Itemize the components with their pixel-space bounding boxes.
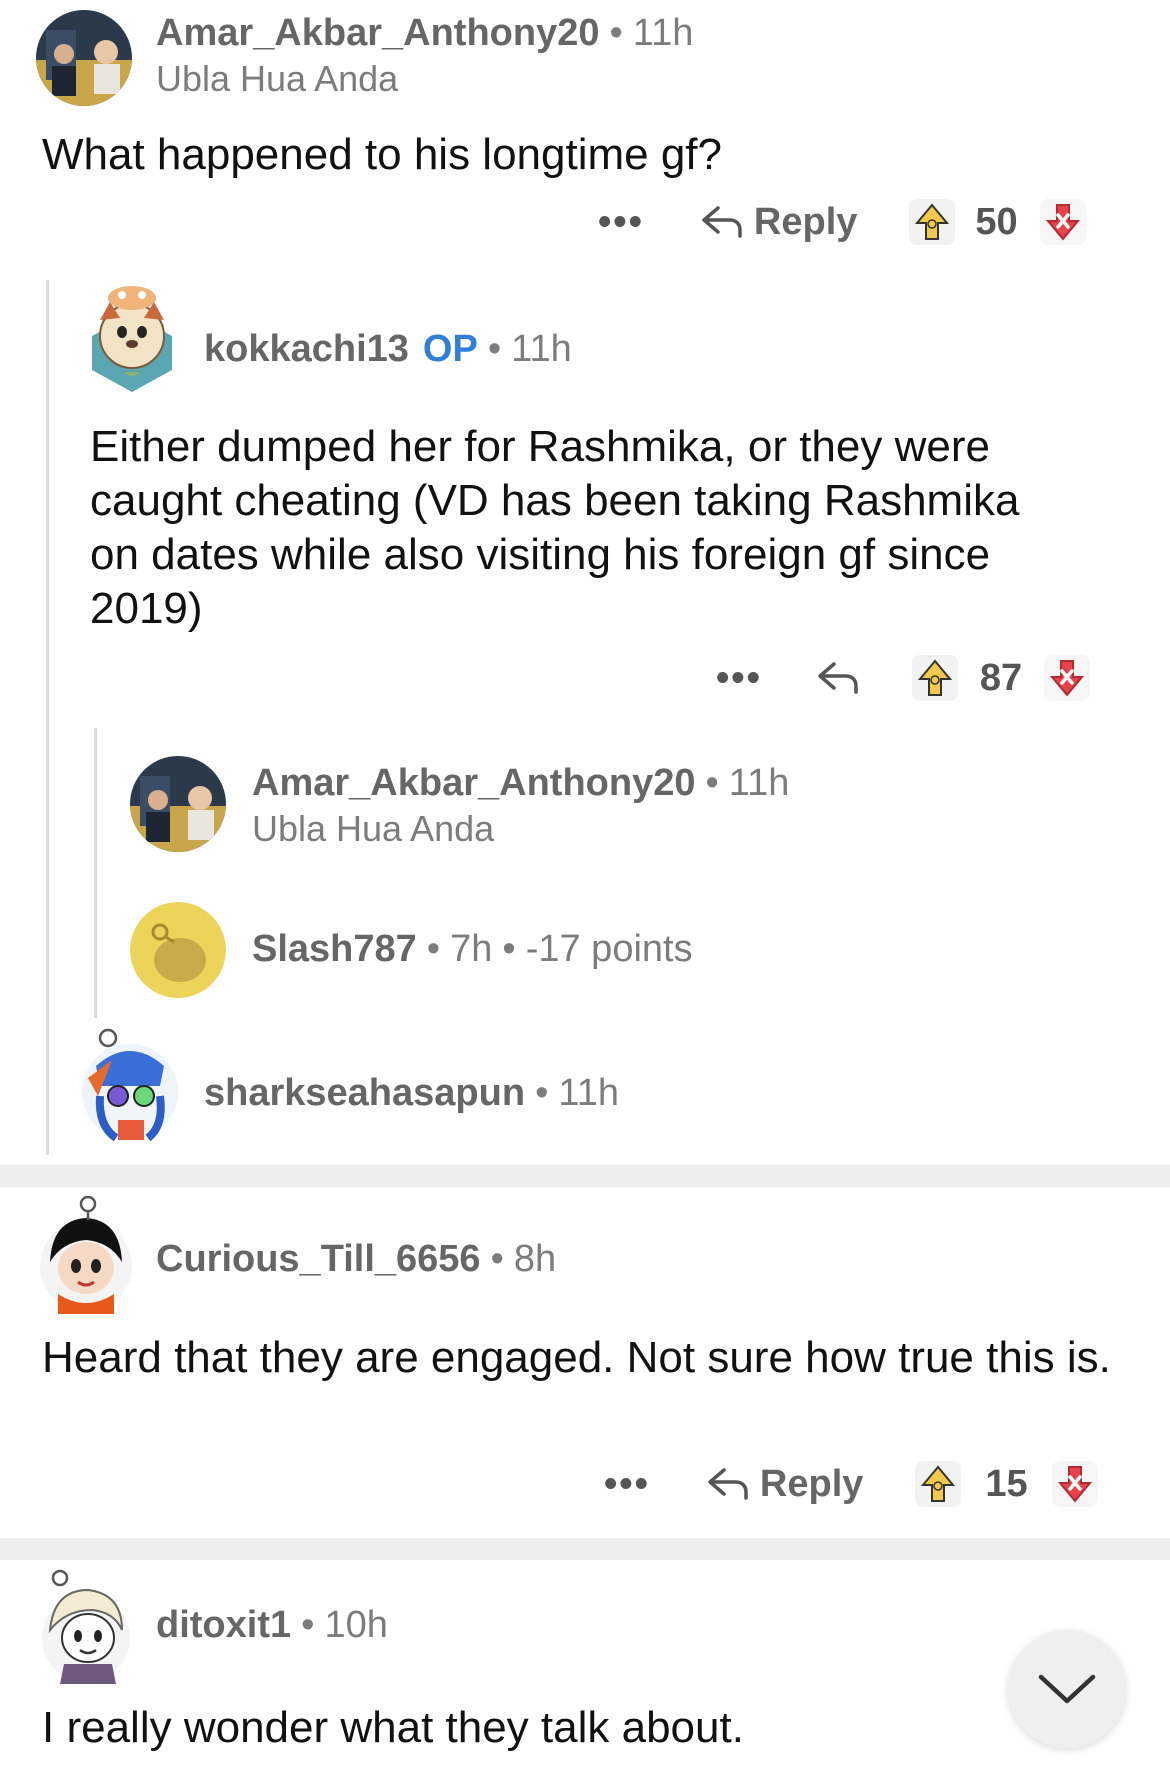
- thread-line[interactable]: [46, 280, 49, 1155]
- upvote-button[interactable]: [911, 655, 958, 701]
- comment-meta: ditoxit1 • 10h: [156, 1604, 388, 1647]
- separator-dot: •: [426, 928, 441, 970]
- avatar[interactable]: [36, 1195, 136, 1314]
- comment-meta: kokkachi13 OP • 11h: [204, 328, 572, 371]
- separator-dot: •: [502, 928, 516, 970]
- username[interactable]: Curious_Till_6656: [156, 1238, 481, 1280]
- reply-arrow-icon: [702, 206, 742, 238]
- username[interactable]: Amar_Akbar_Anthony20: [156, 12, 599, 54]
- reply-arrow-icon: [708, 1468, 748, 1500]
- separator-dot: •: [535, 1072, 549, 1114]
- timestamp: 10h: [324, 1604, 388, 1646]
- reply-arrow-icon: [818, 662, 858, 694]
- upvote-button[interactable]: [915, 1461, 962, 1507]
- upvote-icon: [915, 203, 950, 240]
- timestamp: 11h: [632, 12, 694, 54]
- avatar[interactable]: [130, 756, 226, 852]
- points: -17 points: [525, 928, 693, 970]
- downvote-icon: [1050, 660, 1085, 697]
- avatar[interactable]: [86, 280, 178, 392]
- vote-score: 50: [975, 200, 1018, 243]
- vote-score: 15: [985, 1462, 1028, 1505]
- vote-score: 87: [979, 656, 1023, 699]
- comment-meta: Amar_Akbar_Anthony20 • 11h: [252, 762, 789, 805]
- avatar[interactable]: [130, 902, 226, 998]
- reply-button[interactable]: [816, 658, 860, 698]
- collapse-thread-button[interactable]: [1008, 1630, 1126, 1748]
- section-divider: [0, 1165, 1170, 1187]
- chevron-down-icon: [1038, 1674, 1096, 1704]
- comment-text: Either dumped her for Rashmika, or they …: [90, 422, 1020, 633]
- reply-button[interactable]: Reply: [700, 201, 857, 244]
- upvote-icon: [921, 1465, 956, 1502]
- separator-dot: •: [490, 1238, 504, 1280]
- comment-text: I really wonder what they talk about.: [42, 1703, 744, 1752]
- comment-meta: Amar_Akbar_Anthony20 • 11h: [156, 12, 693, 55]
- more-options-button[interactable]: •••: [604, 1463, 650, 1506]
- comment-text: What happened to his longtime gf?: [42, 130, 723, 179]
- downvote-icon: [1045, 204, 1080, 241]
- username[interactable]: Amar_Akbar_Anthony20: [252, 762, 695, 804]
- comment-text: Heard that they are engaged. Not sure ho…: [42, 1333, 1111, 1382]
- avatar[interactable]: [36, 1568, 136, 1684]
- separator-dot: •: [487, 328, 502, 370]
- comment-actions: ••• Reply 15: [604, 1454, 1098, 1514]
- comment-actions: ••• Reply 50: [598, 192, 1086, 252]
- downvote-button[interactable]: [1039, 199, 1086, 245]
- comment-meta: Curious_Till_6656 • 8h: [156, 1238, 556, 1281]
- avatar[interactable]: [36, 10, 132, 106]
- user-flair: Ubla Hua Anda: [156, 58, 399, 99]
- separator-dot: •: [705, 762, 719, 804]
- downvote-icon: [1057, 1466, 1092, 1503]
- timestamp: 11h: [511, 328, 572, 370]
- username[interactable]: ditoxit1: [156, 1604, 291, 1646]
- username[interactable]: Slash787: [252, 928, 417, 970]
- comment-meta: sharkseahasapun • 11h: [204, 1072, 619, 1115]
- more-options-button[interactable]: •••: [598, 201, 644, 244]
- comment-meta: Slash787 • 7h • -17 points: [252, 928, 693, 971]
- downvote-button[interactable]: [1051, 1461, 1098, 1507]
- section-divider: [0, 1538, 1170, 1560]
- separator-dot: •: [609, 12, 623, 54]
- reply-label: Reply: [759, 1462, 864, 1505]
- timestamp: 7h: [450, 928, 493, 970]
- user-flair: Ubla Hua Anda: [252, 808, 495, 849]
- downvote-button[interactable]: [1044, 655, 1091, 701]
- timestamp: 11h: [558, 1072, 619, 1114]
- avatar[interactable]: [78, 1026, 182, 1144]
- reply-label: Reply: [753, 200, 858, 243]
- comment-actions: ••• 87: [716, 648, 1091, 708]
- reply-button[interactable]: Reply: [706, 1463, 863, 1506]
- timestamp: 8h: [513, 1238, 557, 1280]
- username[interactable]: sharkseahasapun: [204, 1072, 525, 1114]
- timestamp: 11h: [728, 762, 790, 804]
- op-badge: OP: [422, 328, 478, 370]
- thread-line[interactable]: [94, 728, 97, 1018]
- more-options-button[interactable]: •••: [716, 657, 762, 700]
- separator-dot: •: [301, 1604, 315, 1646]
- upvote-icon: [917, 659, 952, 696]
- username[interactable]: kokkachi13: [204, 328, 409, 370]
- upvote-button[interactable]: [909, 199, 956, 245]
